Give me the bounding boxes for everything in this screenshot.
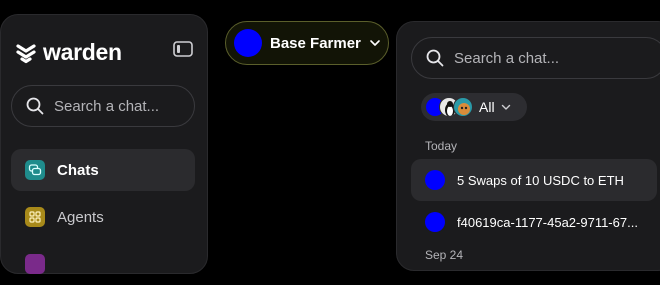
agent-name: Base Farmer: [270, 34, 361, 52]
agent-avatar-stack: [425, 97, 473, 117]
nav-item-partial[interactable]: [11, 243, 195, 285]
chat-list-panel: All Today 5 Swaps of 10 USDC to ETH f406…: [396, 21, 660, 271]
menu-item-icon: [25, 254, 45, 274]
chat-bubbles-icon: [25, 160, 45, 180]
sidebar: warden Chats Agents: [0, 14, 208, 274]
agent-avatar: [453, 97, 473, 117]
chat-avatar: [425, 212, 445, 232]
brand-name: warden: [43, 39, 122, 65]
sidebar-collapse-icon[interactable]: [173, 41, 193, 57]
section-label: Today: [425, 139, 458, 153]
filter-label: All: [479, 99, 495, 115]
warden-logo-icon: [16, 43, 36, 63]
chat-avatar: [425, 170, 445, 190]
chevron-down-icon: [501, 104, 510, 110]
nav-item-label: Chats: [57, 161, 99, 179]
chevron-down-icon: [370, 40, 380, 46]
agent-avatar: [234, 29, 262, 57]
agent-selector[interactable]: Base Farmer: [225, 21, 389, 65]
agent-filter-dropdown[interactable]: All: [421, 93, 527, 121]
section-label: Sep 24: [425, 248, 464, 262]
nav-item-agents[interactable]: Agents: [11, 196, 195, 238]
chat-title: f40619ca-1177-45a2-9711-67...: [457, 214, 638, 230]
panel-search[interactable]: [411, 37, 660, 79]
nav-item-chats[interactable]: Chats: [11, 149, 195, 191]
panel-search-input[interactable]: [454, 49, 654, 67]
sidebar-search[interactable]: [11, 85, 195, 127]
brand[interactable]: warden: [15, 39, 122, 66]
chat-title: 5 Swaps of 10 USDC to ETH: [457, 172, 624, 188]
chat-list-item[interactable]: 5 Swaps of 10 USDC to ETH: [411, 159, 657, 201]
search-icon: [426, 49, 444, 67]
search-icon: [26, 97, 44, 115]
sidebar-search-input[interactable]: [54, 97, 184, 115]
chat-list-item[interactable]: f40619ca-1177-45a2-9711-67...: [411, 201, 657, 243]
nav-item-label: Agents: [57, 208, 104, 226]
grid-icon: [25, 207, 45, 227]
